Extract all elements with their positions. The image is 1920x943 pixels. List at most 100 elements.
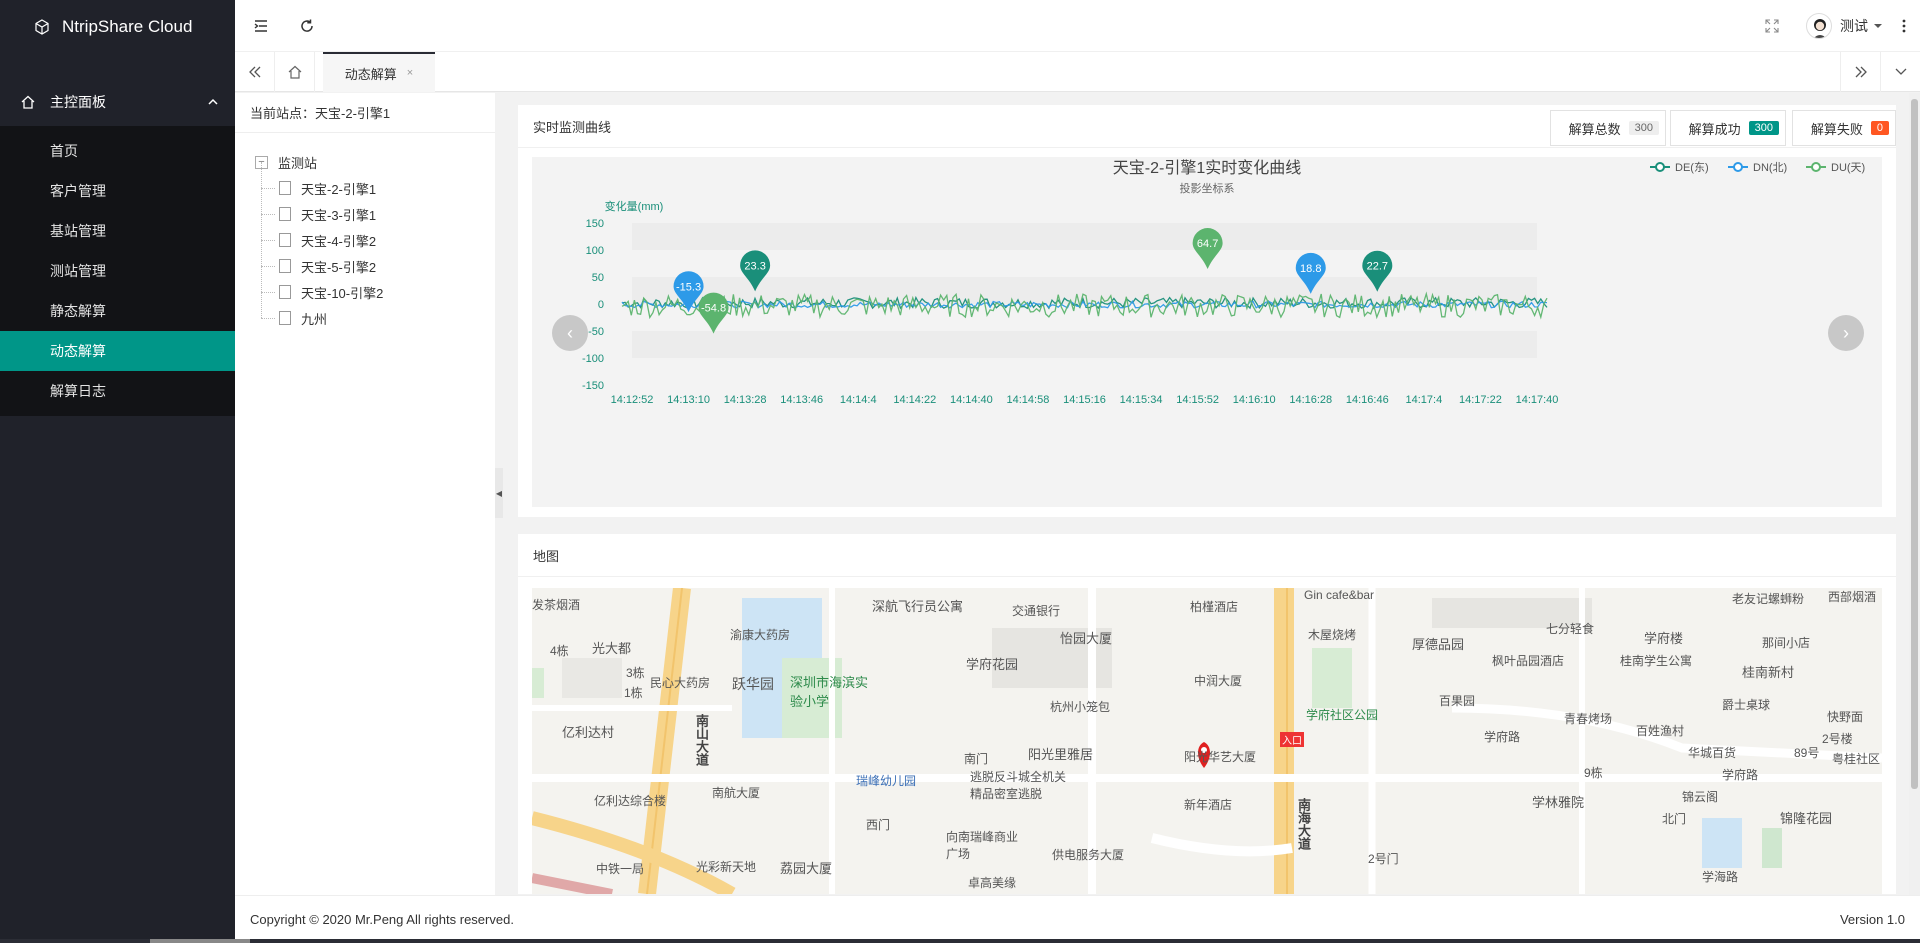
map-label: 中铁一局	[596, 862, 645, 876]
sidebar-item-dynamic-solve[interactable]: 动态解算	[0, 331, 235, 371]
map-label: 交通银行	[1012, 604, 1061, 618]
sidebar-item-home[interactable]: 首页	[0, 131, 235, 171]
map-label: 杭州小笼包	[1050, 700, 1111, 714]
scrollbar-thumb[interactable]	[150, 939, 250, 943]
chevron-down-icon	[1895, 68, 1906, 75]
sidebar-item-solve-log[interactable]: 解算日志	[0, 371, 235, 411]
page-scrollbar[interactable]	[1909, 93, 1920, 895]
tree-node[interactable]: 天宝-3-引擎1	[255, 188, 495, 227]
footer: Copyright © 2020 Mr.Peng All rights rese…	[235, 895, 1920, 943]
map-title: 地图	[533, 548, 560, 564]
user-menu[interactable]: 测试	[1806, 0, 1884, 52]
grid-band	[632, 331, 1537, 358]
map-label: 桂南新村	[1742, 665, 1795, 680]
menu-group-label: 主控面板	[50, 94, 106, 110]
sidebar: NtripShare Cloud 主控面板 首页 客户管理 基站管理 测站管理 …	[0, 0, 235, 943]
sidebar-item-label: 解算日志	[50, 383, 106, 399]
x-tick-label: 14:16:28	[1289, 394, 1332, 406]
tabs-scroll-left-button[interactable]	[235, 52, 275, 92]
map-label: 渝康大药房	[730, 628, 791, 642]
current-station-prefix: 当前站点：	[250, 106, 316, 121]
map-label: 深航飞行员公寓	[872, 599, 964, 614]
map-card-header: 地图	[518, 534, 1896, 577]
sidebar-item-base-stations[interactable]: 基站管理	[0, 211, 235, 251]
map-label: 9栋	[1584, 766, 1603, 780]
tree-node[interactable]: 天宝-4-引擎2	[255, 214, 495, 253]
tree-node[interactable]: 天宝-2-引擎1	[255, 162, 495, 201]
sidebar-item-label: 静态解算	[50, 303, 106, 319]
home-tab-button[interactable]	[275, 52, 315, 92]
tree-root[interactable]: − 监测站	[255, 149, 495, 175]
tab-close-icon[interactable]: ×	[407, 67, 413, 79]
x-tick-label: 14:16:10	[1233, 394, 1276, 406]
map-label: 亿利达综合楼	[594, 794, 667, 808]
map-label: 1栋	[624, 686, 643, 700]
chart-subtitle: 投影坐标系	[1180, 181, 1235, 195]
x-tick-label: 14:14:58	[1007, 394, 1050, 406]
tree-node[interactable]: 天宝-5-引擎2	[255, 240, 495, 279]
panel-collapse-handle[interactable]: ◀	[495, 468, 503, 518]
station-tree-panel: 当前站点： 天宝-2-引擎1 − 监测站 天宝-2-引擎1 天宝-3-引擎1 天…	[235, 93, 495, 895]
monitor-card: 实时监测曲线 解算总数 300 解算成功 300 解算失败 0 150 100 50…	[518, 105, 1896, 517]
tree-node[interactable]: 九州	[255, 292, 495, 331]
stat-label: 解算失败	[1810, 121, 1863, 137]
y-tick-label: -150	[582, 380, 604, 392]
map-label: 向南瑞峰商业广场	[946, 830, 1019, 861]
map-label: 南山大道	[694, 714, 709, 766]
user-avatar-icon	[1813, 19, 1827, 38]
sidebar-item-stations[interactable]: 测站管理	[0, 251, 235, 291]
tree-node-label: 天宝-4-引擎2	[301, 233, 377, 249]
tab-dynamic-solve[interactable]: 动态解算 ×	[323, 52, 435, 92]
map-label: 光彩新天地	[696, 860, 757, 874]
legend-item: DU(天)	[1806, 162, 1865, 174]
tabs-dropdown-button[interactable]	[1880, 52, 1920, 92]
map-label: 华城百货	[1688, 746, 1737, 760]
file-icon	[279, 181, 291, 195]
toggle-sidebar-button[interactable]	[239, 0, 283, 52]
map-label: 粤桂社区	[1832, 752, 1881, 766]
app-logo[interactable]: NtripShare Cloud	[0, 0, 235, 54]
map-label: 光大都	[592, 641, 632, 656]
map-label: 学林雅院	[1532, 795, 1585, 810]
map-label: 北门	[1662, 812, 1687, 826]
chart-next-button[interactable]: ›	[1828, 315, 1864, 351]
top-header: 测试	[235, 0, 1920, 52]
map-label: 阳光华艺大厦	[1184, 750, 1257, 764]
chart-title: 天宝-2-引擎1实时变化曲线	[1113, 159, 1301, 177]
file-icon	[279, 311, 291, 325]
sidebar-item-static-solve[interactable]: 静态解算	[0, 291, 235, 331]
chart-prev-button[interactable]: ‹	[552, 315, 588, 351]
map-label: 卓高美缘	[968, 876, 1017, 890]
scrollbar-thumb[interactable]	[1911, 99, 1918, 789]
menu-group-header[interactable]: 主控面板	[0, 78, 235, 126]
file-icon	[279, 233, 291, 247]
x-tick-label: 14:15:34	[1120, 394, 1163, 406]
map-label: 学府路	[1484, 730, 1521, 744]
cube-icon	[35, 19, 49, 35]
fullscreen-button[interactable]	[1750, 0, 1794, 52]
user-name: 测试	[1840, 18, 1868, 34]
menu-group-dashboard: 主控面板 首页 客户管理 基站管理 测站管理 静态解算 动态解算 解算日志	[0, 78, 235, 416]
horizontal-scrollbar[interactable]	[0, 939, 1920, 943]
more-options-button[interactable]	[1888, 0, 1920, 52]
tree-node-label: 天宝-2-引擎1	[301, 181, 377, 197]
map-label: 供电服务大厦	[1052, 848, 1125, 862]
refresh-button[interactable]	[285, 0, 329, 52]
y-tick-label: -50	[588, 326, 604, 338]
refresh-icon	[301, 19, 313, 32]
tree-node-label: 天宝-10-引擎2	[301, 285, 384, 301]
map-label: 锦隆花园	[1780, 811, 1833, 826]
sidebar-item-customers[interactable]: 客户管理	[0, 171, 235, 211]
double-chevron-left-icon	[248, 66, 260, 78]
map-label: 南海大道	[1296, 798, 1311, 850]
grid-band	[632, 358, 1537, 385]
tree-node[interactable]: 天宝-10-引擎2	[255, 266, 495, 305]
map-view[interactable]: 发茶烟酒 渝康大药房 深航飞行员公寓 交通银行 柏槿酒店 Gin cafe&ba…	[532, 588, 1882, 894]
marker-label: -54.8	[701, 303, 726, 315]
file-icon	[279, 285, 291, 299]
home-icon	[288, 65, 301, 79]
map-label: 桂南学生公寓	[1620, 654, 1693, 668]
map-label: 跃华园	[732, 676, 774, 692]
tabs-scroll-right-button[interactable]	[1840, 52, 1880, 92]
map-label: 柏槿酒店	[1190, 600, 1239, 614]
